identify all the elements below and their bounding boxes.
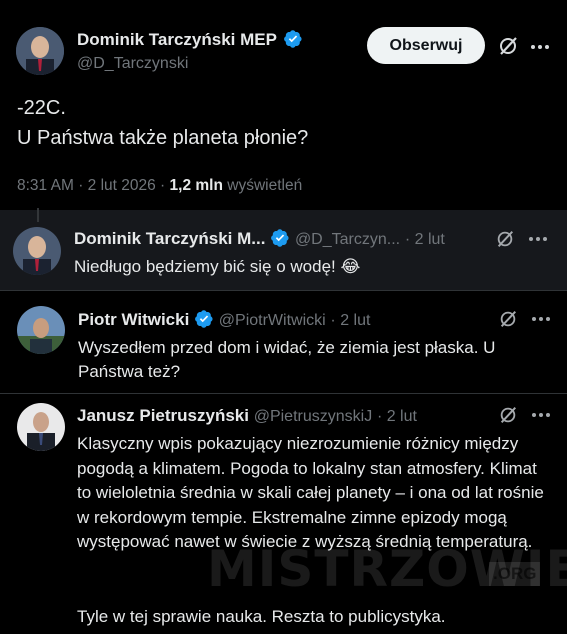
reply-text: Klasyczny wpis pokazujący niezrozumienie… xyxy=(77,434,544,551)
reply-date[interactable]: · 2 lut xyxy=(377,408,417,425)
grok-slash-icon[interactable] xyxy=(498,309,518,329)
tweet-text-line1: -22C. xyxy=(17,97,66,119)
reply-text-paragraph2: Tyle w tej sprawie nauka. Reszta to publ… xyxy=(77,607,446,626)
watermark-suffix: .ORG xyxy=(489,562,541,586)
verified-badge-icon xyxy=(284,30,302,48)
author-handle[interactable]: @D_Tarczyn... xyxy=(295,231,400,248)
tweet-meta: 8:31 AM · 2 lut 2026 · 1,2 mln wyświetle… xyxy=(17,177,302,195)
avatar-image xyxy=(17,306,65,354)
more-dots-icon[interactable] xyxy=(528,236,548,242)
author-handle[interactable]: @PiotrWitwicki xyxy=(219,312,326,329)
more-dots-icon[interactable] xyxy=(530,44,550,50)
avatar[interactable] xyxy=(17,306,65,354)
more-dots-icon[interactable] xyxy=(531,412,551,418)
reply-text: Niedługo będziemy bić się o wodę! 😂 xyxy=(74,257,361,276)
reply-header: Dominik Tarczyński M... @D_Tarczyn... · … xyxy=(74,229,445,249)
reply-date[interactable]: · 2 lut xyxy=(330,312,370,329)
reply-header: Janusz Pietruszyński @PietruszynskiJ · 2… xyxy=(77,406,417,426)
reply-date[interactable]: · 2 lut xyxy=(405,231,445,248)
tweet-date[interactable]: · 2 lut 2026 · xyxy=(78,177,165,194)
tweet-text-line2: U Państwa także planeta płonie? xyxy=(17,127,309,149)
thread-connector xyxy=(37,210,39,222)
author-handle[interactable]: @PietruszynskiJ xyxy=(254,408,373,425)
avatar-image xyxy=(13,227,61,275)
avatar[interactable] xyxy=(17,403,65,451)
avatar-image xyxy=(17,403,65,451)
reply-text: Wyszedłem przed dom i widać, że ziemia j… xyxy=(78,338,496,381)
follow-button[interactable]: Obserwuj xyxy=(367,27,485,64)
author-name[interactable]: Dominik Tarczyński MEP xyxy=(77,30,303,50)
author-name[interactable]: Piotr Witwicki xyxy=(78,310,189,329)
tweet-time[interactable]: 8:31 AM xyxy=(17,177,74,194)
author-handle[interactable]: @D_Tarczynski xyxy=(77,55,188,73)
grok-slash-icon[interactable] xyxy=(498,405,518,425)
grok-slash-icon[interactable] xyxy=(497,35,519,57)
author-name[interactable]: Dominik Tarczyński M... xyxy=(74,229,265,248)
verified-badge-icon xyxy=(195,310,213,328)
more-dots-icon[interactable] xyxy=(531,316,551,322)
verified-badge-icon xyxy=(271,229,289,247)
avatar[interactable] xyxy=(16,27,64,75)
reply-card[interactable] xyxy=(0,210,567,290)
views-label: wyświetleń xyxy=(227,177,303,194)
author-name[interactable]: Janusz Pietruszyński xyxy=(77,406,249,425)
grok-slash-icon[interactable] xyxy=(495,229,515,249)
avatar-image xyxy=(16,27,64,75)
avatar[interactable] xyxy=(13,227,61,275)
views-count: 1,2 mln xyxy=(169,177,223,194)
reply-header: Piotr Witwicki @PiotrWitwicki · 2 lut xyxy=(78,310,370,330)
divider xyxy=(0,393,567,394)
